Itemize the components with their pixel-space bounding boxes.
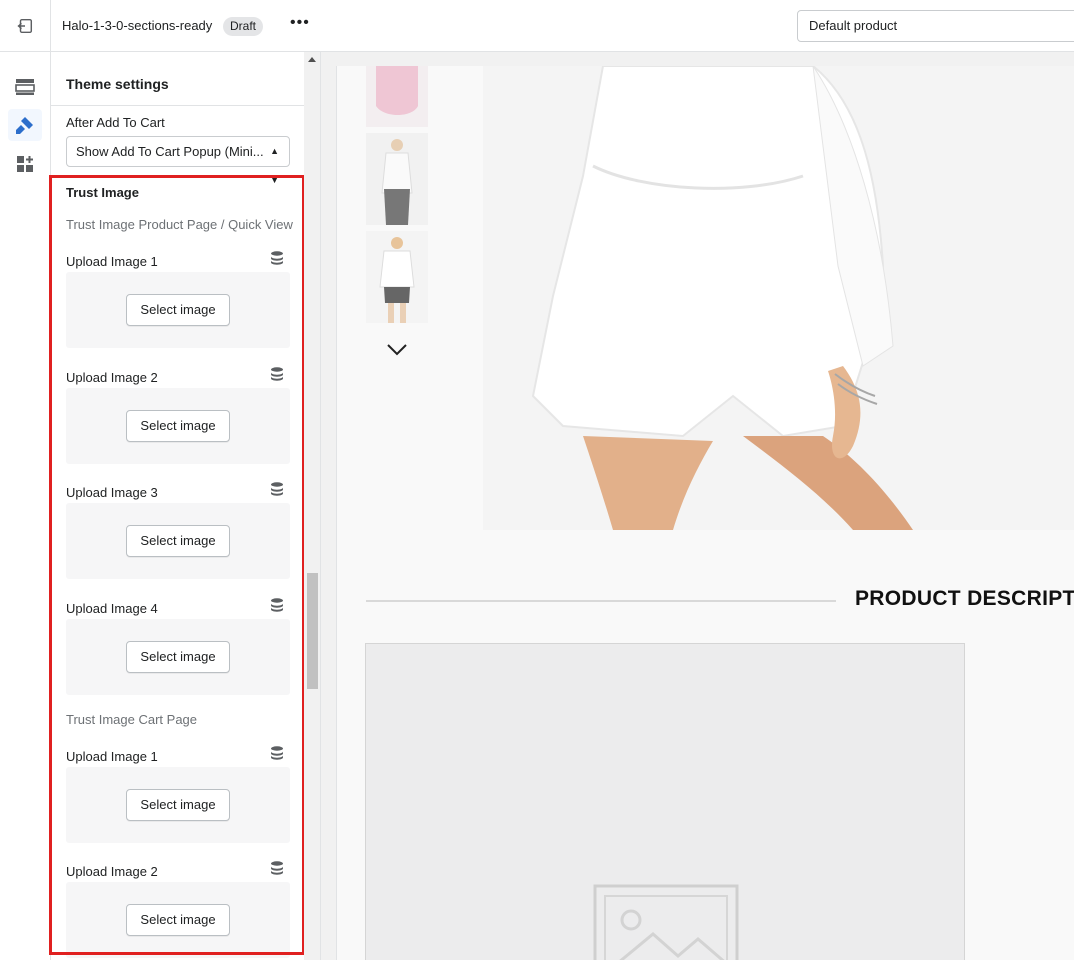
product-description-title: PRODUCT DESCRIPTI (855, 587, 1074, 610)
panel-title: Theme settings (66, 76, 169, 92)
exit-button[interactable] (0, 0, 51, 52)
scroll-up-arrow-icon[interactable] (308, 57, 316, 62)
dynamic-source-icon[interactable] (270, 367, 284, 381)
image-picker: Select image (66, 503, 290, 579)
product-thumbnail[interactable] (366, 133, 428, 225)
scrollbar-thumb[interactable] (307, 573, 318, 689)
apps-add-icon (17, 156, 33, 172)
image-picker: Select image (66, 388, 290, 464)
preview-frame: PRODUCT DESCRIPTI (336, 66, 1074, 960)
select-arrows-icon: ▲ ▼ (270, 146, 279, 185)
status-badge: Draft (223, 17, 264, 36)
thumbnails-next-chevron-icon[interactable] (386, 343, 408, 357)
select-image-button[interactable]: Select image (126, 525, 230, 557)
dynamic-source-icon[interactable] (270, 482, 284, 496)
select-image-button[interactable]: Select image (126, 641, 230, 673)
product-main-image[interactable] (483, 66, 1074, 530)
product-thumbnail[interactable] (366, 231, 428, 323)
theme-name: Halo-1-3-0-sections-ready (62, 18, 213, 33)
sections-nav-button[interactable] (8, 71, 42, 103)
select-image-button[interactable]: Select image (126, 904, 230, 936)
after-add-to-cart-label: After Add To Cart (66, 115, 165, 130)
theme-settings-nav-button[interactable] (8, 109, 42, 141)
panel-scrollbar[interactable] (304, 52, 321, 960)
apps-nav-button[interactable] (8, 148, 42, 180)
image-picker: Select image (66, 767, 290, 843)
exit-icon (17, 18, 33, 34)
upload-image-label: Upload Image 2 (66, 370, 158, 385)
image-picker: Select image (66, 272, 290, 348)
template-select[interactable]: Default product (797, 10, 1074, 42)
after-add-to-cart-value: Show Add To Cart Popup (Mini... (76, 144, 264, 159)
trust-image-product-page-heading: Trust Image Product Page / Quick View (66, 217, 293, 232)
theme-settings-brush-icon (16, 117, 33, 134)
upload-image-label: Upload Image 3 (66, 485, 158, 500)
dynamic-source-icon[interactable] (270, 598, 284, 612)
select-image-button[interactable]: Select image (126, 294, 230, 326)
upload-image-label: Upload Image 1 (66, 254, 158, 269)
trust-image-cart-page-heading: Trust Image Cart Page (66, 712, 198, 727)
image-placeholder (365, 643, 965, 960)
image-picker: Select image (66, 619, 290, 695)
panel-divider (51, 105, 304, 106)
storefront-preview: PRODUCT DESCRIPTI (321, 52, 1074, 960)
image-placeholder-icon (593, 884, 739, 960)
editor-sidebar-rail (0, 52, 51, 960)
after-add-to-cart-select[interactable]: Show Add To Cart Popup (Mini... ▲ ▼ (66, 136, 290, 185)
select-image-button[interactable]: Select image (126, 789, 230, 821)
upload-image-label: Upload Image 2 (66, 864, 158, 879)
upload-image-label: Upload Image 4 (66, 601, 158, 616)
theme-settings-panel: Theme settings After Add To Cart Show Ad… (51, 52, 304, 960)
sections-icon (15, 79, 35, 95)
editor-topbar: Halo-1-3-0-sections-ready Draft ••• Defa… (0, 0, 1074, 52)
select-image-button[interactable]: Select image (126, 410, 230, 442)
dynamic-source-icon[interactable] (270, 746, 284, 760)
description-divider (366, 600, 836, 602)
more-actions-button[interactable]: ••• (290, 14, 310, 32)
upload-image-label: Upload Image 1 (66, 749, 158, 764)
dynamic-source-icon[interactable] (270, 251, 284, 265)
dynamic-source-icon[interactable] (270, 861, 284, 875)
product-thumbnail[interactable] (366, 66, 428, 127)
image-picker: Select image (66, 882, 290, 958)
trust-image-heading: Trust Image (66, 185, 139, 200)
